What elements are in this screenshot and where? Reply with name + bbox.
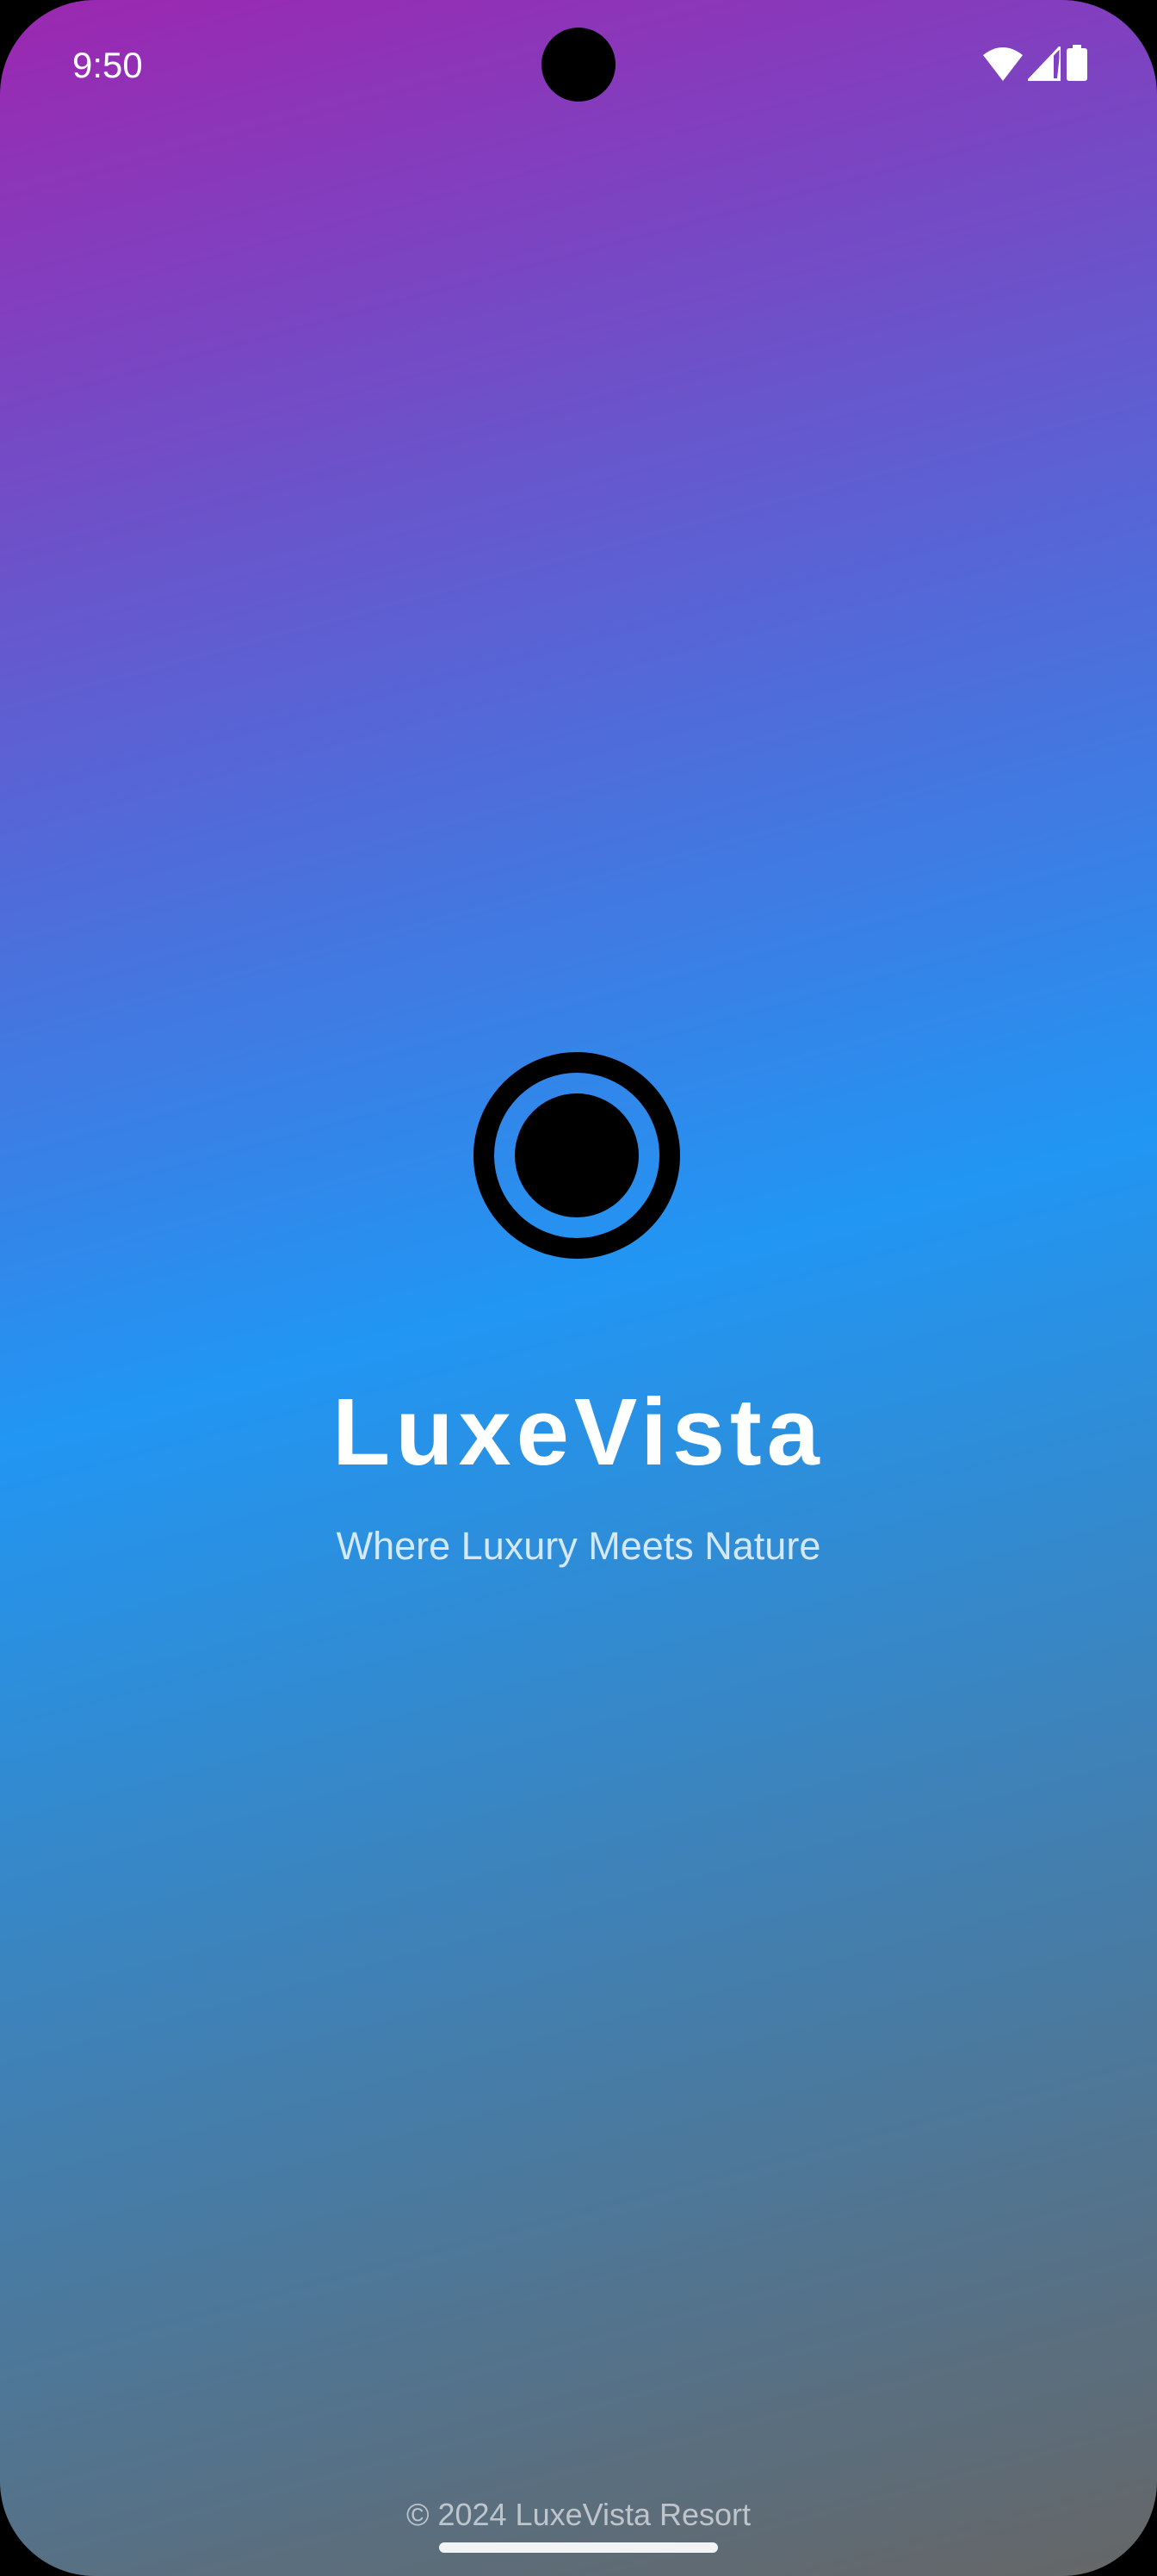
status-time: 9:50: [72, 45, 143, 85]
copyright-footer: © 2024 LuxeVista Resort: [405, 2497, 752, 2532]
gesture-home-bar[interactable]: [439, 2542, 718, 2553]
battery-icon: [1067, 45, 1087, 81]
splash-screen: 9:50 LuxeVista Where Luxury Meets Nature…: [0, 0, 1157, 2576]
app-title: LuxeVista: [332, 1379, 825, 1485]
signal-icon: [1028, 46, 1061, 81]
status-icons: [983, 45, 1088, 81]
radio-button-checked-icon: [473, 1052, 680, 1259]
wifi-icon: [983, 47, 1023, 81]
app-tagline: Where Luxury Meets Nature: [336, 1524, 821, 1568]
camera-cutout: [541, 28, 616, 102]
